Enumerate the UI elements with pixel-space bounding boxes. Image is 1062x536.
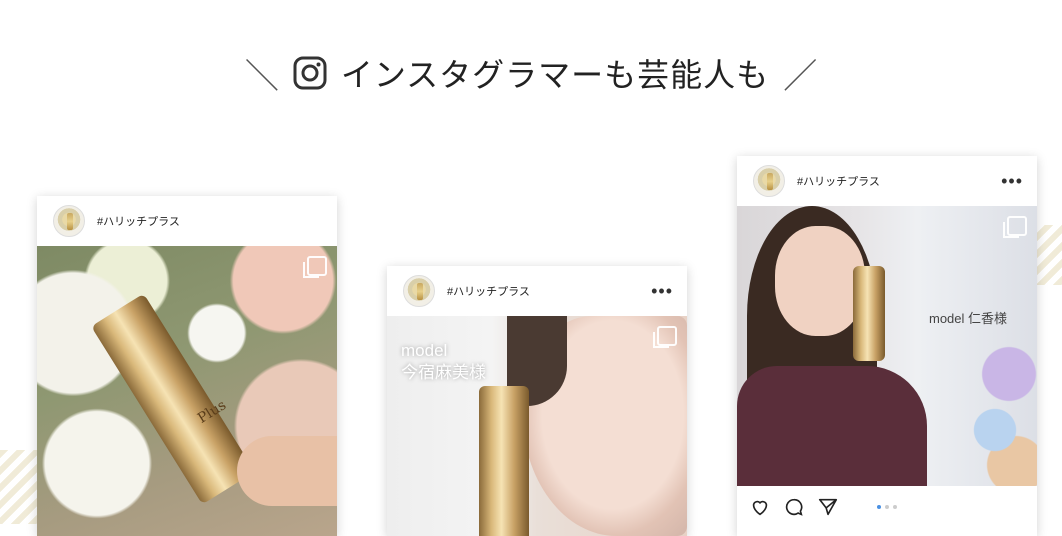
post-caption: model 今宿麻美様 [401, 341, 486, 382]
avatar[interactable] [53, 205, 85, 237]
post-header: #ハリッチプラス [37, 196, 337, 246]
carousel-icon [303, 256, 327, 278]
avatar[interactable] [753, 165, 785, 197]
post-caption: model 仁香様 [929, 311, 1008, 326]
carousel-icon [1003, 216, 1027, 238]
instagram-post-card[interactable]: #ハリッチプラス ••• model 今宿麻美様 [387, 266, 687, 536]
post-header: #ハリッチプラス ••• [387, 266, 687, 316]
post-photo[interactable]: model 今宿麻美様 [387, 316, 687, 536]
post-photo[interactable]: Plus [37, 246, 337, 536]
sweater [737, 366, 927, 486]
instagram-post-card[interactable]: #ハリッチプラス Plus [37, 196, 337, 536]
post-header: #ハリッチプラス ••• [737, 156, 1037, 206]
comment-icon[interactable] [783, 496, 805, 518]
instagram-icon [293, 56, 327, 90]
avatar[interactable] [403, 275, 435, 307]
heading-left-slash: ＼ [244, 56, 279, 97]
post-username[interactable]: #ハリッチプラス [447, 283, 651, 299]
heading-title: インスタグラマーも芸能人も [340, 56, 770, 94]
post-actions [737, 486, 1037, 528]
more-options-icon[interactable]: ••• [651, 282, 673, 300]
carousel-indicator [877, 505, 897, 509]
product-bottle [853, 266, 885, 361]
carousel-dot [893, 505, 897, 509]
product-bottle [91, 293, 255, 505]
post-photo[interactable]: model 仁香様 [737, 206, 1037, 486]
face [775, 226, 865, 336]
carousel-icon [653, 326, 677, 348]
heart-icon[interactable] [749, 496, 771, 518]
instagram-post-card[interactable]: #ハリッチプラス ••• model 仁香様 [737, 156, 1037, 536]
carousel-dot [885, 505, 889, 509]
section-heading: ＼ インスタグラマーも芸能人も ／ [0, 48, 1062, 98]
hand [237, 436, 337, 506]
heading-right-slash: ／ [783, 56, 818, 97]
send-icon[interactable] [817, 496, 839, 518]
carousel-dot-active [877, 505, 881, 509]
balloons [967, 346, 1037, 486]
product-bottle [479, 386, 529, 536]
post-username[interactable]: #ハリッチプラス [797, 173, 1001, 189]
more-options-icon[interactable]: ••• [1001, 172, 1023, 190]
post-username[interactable]: #ハリッチプラス [97, 213, 323, 229]
